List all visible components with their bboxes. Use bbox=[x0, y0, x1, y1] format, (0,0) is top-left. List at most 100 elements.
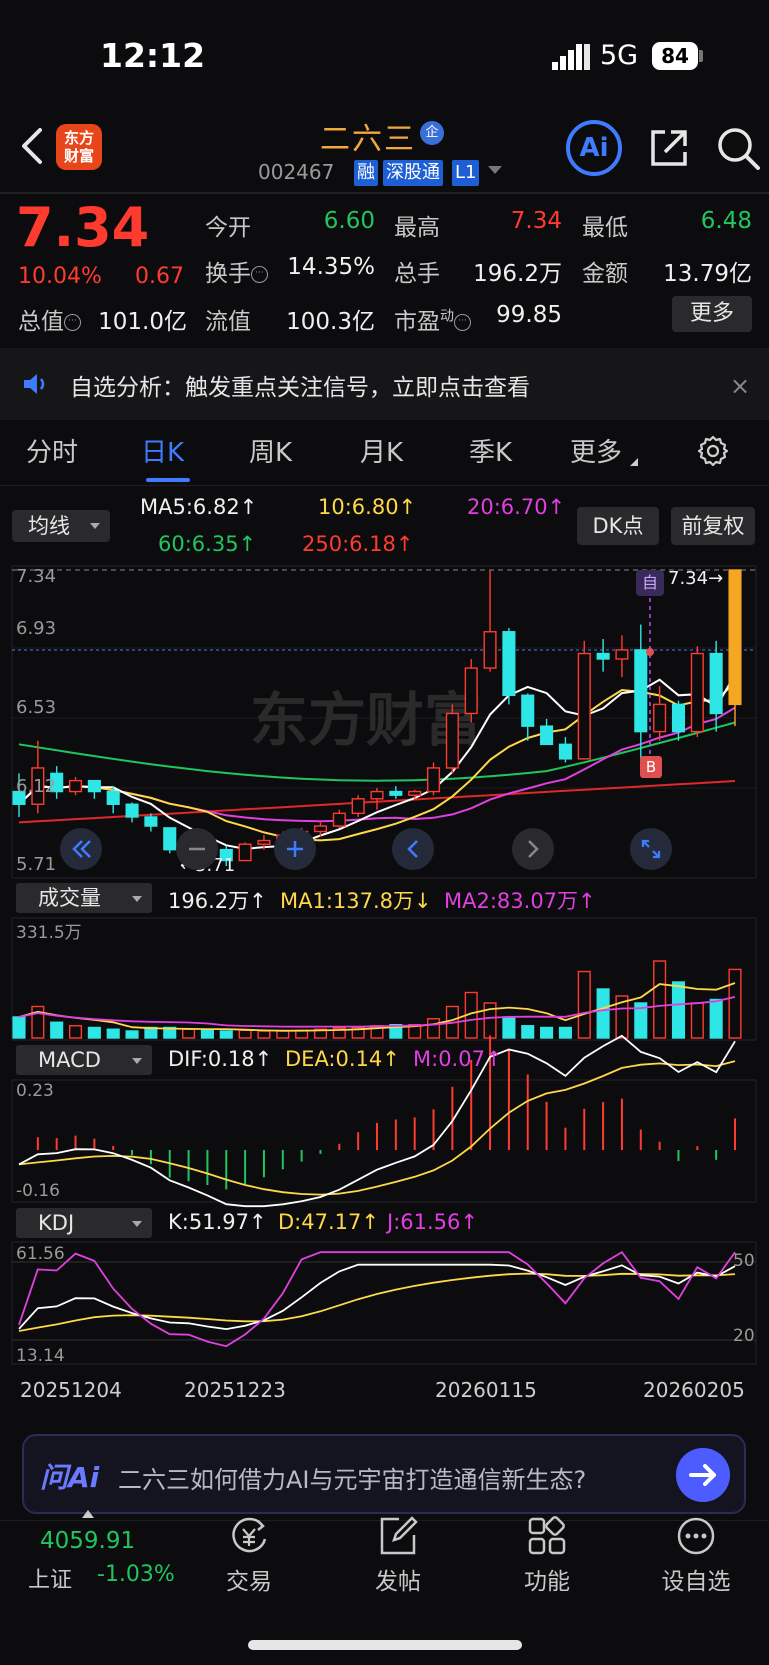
ai-question-text[interactable]: 二六三如何借力AI与元宇宙打造通信新生态? bbox=[118, 1460, 586, 1495]
zoom-out-icon[interactable] bbox=[176, 828, 218, 870]
zoom-in-icon[interactable] bbox=[274, 828, 316, 870]
macd-y-bottom: -0.16 bbox=[16, 1181, 60, 1201]
more-dots-icon[interactable] bbox=[675, 1515, 717, 1557]
panel-frame bbox=[11, 1241, 757, 1365]
volume-bar bbox=[709, 998, 723, 1039]
ma60-value: 60:6.35↑ bbox=[158, 532, 257, 556]
battery-tip bbox=[699, 50, 703, 62]
y-label-bottom: 5.71 bbox=[16, 854, 57, 875]
volume-bar bbox=[257, 1030, 271, 1039]
float-value: 100.3亿 bbox=[286, 309, 375, 335]
arrow-right-icon[interactable] bbox=[676, 1448, 730, 1502]
candle-body bbox=[483, 631, 497, 669]
change-amount: 0.67 bbox=[135, 264, 184, 289]
trade-icon[interactable] bbox=[228, 1515, 270, 1557]
candle-body bbox=[68, 779, 83, 793]
candle-body bbox=[615, 649, 629, 660]
stock-name[interactable]: 二六三 bbox=[320, 114, 416, 158]
index-value[interactable]: 4059.91 bbox=[40, 1528, 135, 1554]
nav-add-watchlist[interactable]: 设自选 bbox=[646, 1562, 746, 1596]
amount-label: 金额 bbox=[582, 261, 628, 287]
candle-body bbox=[144, 816, 158, 827]
tab-more[interactable]: 更多 bbox=[570, 432, 622, 469]
candle-body bbox=[426, 767, 441, 793]
tab-monthly[interactable]: 月K bbox=[360, 432, 403, 469]
macd-selector[interactable]: MACD bbox=[16, 1045, 152, 1075]
volume-bar bbox=[182, 1028, 196, 1039]
more-button[interactable]: 更多 bbox=[672, 296, 752, 332]
post-icon[interactable] bbox=[377, 1515, 419, 1557]
app-logo: 东方 财富 bbox=[56, 124, 102, 170]
tab-quarterly[interactable]: 季K bbox=[469, 432, 512, 469]
kdj-selector[interactable]: KDJ bbox=[16, 1208, 152, 1238]
volume-y-label: 331.5万 bbox=[16, 923, 82, 943]
chevron-down-icon[interactable] bbox=[488, 166, 502, 174]
candle-body bbox=[709, 652, 723, 715]
fullscreen-icon[interactable] bbox=[630, 828, 672, 870]
expand-up-icon[interactable] bbox=[82, 1510, 94, 1518]
step-left-icon[interactable] bbox=[392, 828, 434, 870]
kdj-level-50: 50 bbox=[733, 1251, 755, 1271]
status-time: 12:12 bbox=[100, 36, 206, 75]
index-name[interactable]: 上证 bbox=[28, 1562, 72, 1594]
tab-intraday[interactable]: 分时 bbox=[26, 432, 78, 469]
macd-dea: DEA:0.14↑ bbox=[285, 1047, 400, 1071]
ask-ai-logo: 问Ai bbox=[40, 1461, 100, 1494]
candle-body bbox=[596, 652, 610, 660]
macd-selector-label: MACD bbox=[38, 1048, 101, 1072]
volume-bar bbox=[106, 1028, 120, 1039]
kline-chart[interactable]: 东方财富 bbox=[0, 560, 769, 1420]
share-icon[interactable] bbox=[647, 126, 691, 170]
volume-bar bbox=[125, 1030, 139, 1039]
candle-body bbox=[125, 803, 139, 818]
ma-selector[interactable]: 均线 bbox=[12, 510, 110, 542]
candle-body bbox=[521, 694, 535, 727]
self-select-marker[interactable]: 自 bbox=[636, 570, 664, 596]
tab-divider bbox=[0, 485, 769, 486]
date-label-2: 20251223 bbox=[184, 1378, 286, 1402]
info-icon[interactable]: ··· bbox=[251, 266, 268, 283]
candle-body bbox=[351, 798, 365, 815]
signal-dot bbox=[646, 648, 654, 656]
volume-bar bbox=[540, 1026, 554, 1039]
nav-post[interactable]: 发帖 bbox=[348, 1562, 448, 1596]
header-divider bbox=[0, 192, 769, 194]
buy-signal-marker[interactable]: B bbox=[640, 756, 662, 778]
current-price: 7.34 bbox=[16, 196, 150, 259]
volume-bar bbox=[426, 1018, 441, 1039]
index-change[interactable]: -1.03% bbox=[97, 1562, 175, 1587]
kdj-y-bottom: 13.14 bbox=[16, 1346, 65, 1366]
y-label-4: 6.12 bbox=[16, 776, 57, 797]
search-icon[interactable] bbox=[714, 124, 762, 172]
step-right-icon[interactable] bbox=[512, 828, 554, 870]
dk-point-button[interactable]: DK点 bbox=[577, 507, 659, 545]
forward-adjust-button[interactable]: 前复权 bbox=[671, 507, 755, 545]
gear-icon[interactable] bbox=[697, 435, 729, 467]
back-arrow-icon[interactable] bbox=[18, 126, 48, 166]
tab-weekly[interactable]: 周K bbox=[249, 432, 292, 469]
mktcap-value: 101.0亿 bbox=[98, 309, 187, 335]
info-icon[interactable]: ··· bbox=[64, 314, 81, 331]
volume-bar bbox=[671, 981, 686, 1039]
volume-ma2: MA2:83.07万↑ bbox=[444, 889, 596, 913]
notice-text[interactable]: 自选分析：触发重点关注信号，立即点击查看 bbox=[70, 368, 530, 402]
close-icon[interactable]: × bbox=[730, 372, 750, 400]
kdj-y-top: 61.56 bbox=[16, 1244, 65, 1264]
volume-selector[interactable]: 成交量 bbox=[16, 883, 152, 913]
nav-trade[interactable]: 交易 bbox=[199, 1562, 299, 1596]
functions-icon[interactable] bbox=[526, 1515, 568, 1557]
tab-more-corner-icon bbox=[630, 458, 638, 466]
y-label-3: 6.53 bbox=[16, 697, 57, 718]
candle-body bbox=[257, 839, 271, 845]
info-icon[interactable]: ··· bbox=[454, 314, 471, 331]
jump-start-icon[interactable] bbox=[60, 828, 102, 870]
tab-daily[interactable]: 日K bbox=[141, 432, 184, 469]
ai-button[interactable]: Ai bbox=[566, 120, 622, 176]
volume-bar bbox=[12, 1016, 26, 1039]
mktcap-label: 总值 ··· bbox=[18, 302, 81, 336]
nav-functions[interactable]: 功能 bbox=[497, 1562, 597, 1596]
date-label-1: 20251204 bbox=[20, 1378, 122, 1402]
candle-body bbox=[106, 790, 120, 805]
volume-bar bbox=[238, 1029, 252, 1039]
candle-body bbox=[87, 779, 101, 793]
